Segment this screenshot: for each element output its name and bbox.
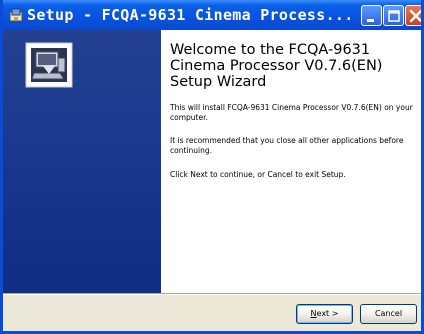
maximize-button[interactable] — [383, 5, 404, 26]
setup-wizard-window: Setup - FCQA-9631 Cinema Process... Welc… — [0, 0, 424, 334]
minimize-icon — [367, 19, 374, 22]
continue-instruction: Click Next to continue, or Cancel to exi… — [170, 170, 346, 179]
wizard-content: Welcome to the FCQA-9631 Cinema Processo… — [161, 30, 421, 293]
cancel-button[interactable]: Cancel — [360, 304, 417, 324]
maximize-icon — [388, 10, 400, 22]
button-separator — [3, 293, 421, 295]
welcome-heading: Welcome to the FCQA-9631 Cinema Processo… — [170, 42, 383, 90]
wizard-sidebar — [3, 30, 161, 293]
close-apps-recommendation: It is recommended that you close all oth… — [170, 136, 404, 155]
window-title: Setup - FCQA-9631 Cinema Process... — [27, 6, 354, 24]
close-button[interactable] — [405, 5, 421, 26]
minimize-button[interactable] — [361, 5, 382, 26]
next-button[interactable]: Next > — [296, 304, 353, 324]
setup-app-icon — [9, 8, 23, 22]
computer-install-icon — [25, 42, 73, 88]
next-button-label: ext > — [316, 309, 339, 318]
title-bar[interactable]: Setup - FCQA-9631 Cinema Process... — [3, 0, 421, 30]
install-description: This will install FCQA-9631 Cinema Proce… — [170, 103, 413, 122]
close-icon — [409, 9, 421, 23]
